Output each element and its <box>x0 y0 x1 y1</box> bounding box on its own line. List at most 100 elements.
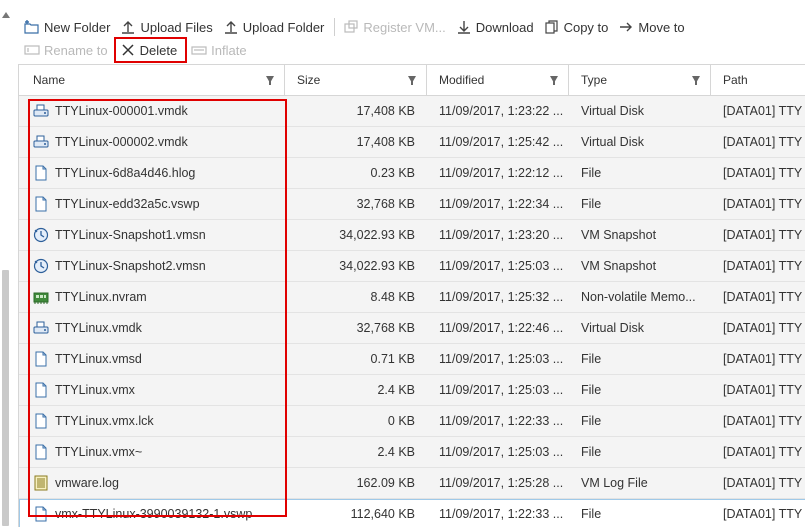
filter-icon[interactable] <box>692 76 700 85</box>
cell-name[interactable]: TTYLinux.vmx~ <box>19 437 285 467</box>
cell-type: File <box>581 352 602 366</box>
table-row[interactable]: TTYLinux.vmdk 32,768 KB 11/09/2017, 1:22:4… <box>19 313 805 344</box>
cell-size: 34,022.93 KB <box>339 228 415 242</box>
cell-path: [DATA01] TTY <box>723 352 803 366</box>
download-button[interactable]: Download <box>452 16 540 38</box>
inflate-button[interactable]: Inflate <box>187 39 252 61</box>
cell-modified: 11/09/2017, 1:25:42 ... <box>439 135 564 149</box>
filter-icon[interactable] <box>266 76 274 85</box>
cell-size: 2.4 KB <box>377 383 415 397</box>
column-header-name[interactable]: Name <box>19 65 285 95</box>
cell-type: File <box>581 166 602 180</box>
table-row[interactable]: TTYLinux.vmx 2.4 KB 11/09/2017, 1:25:03 ..… <box>19 375 805 406</box>
file-name: TTYLinux-edd32a5c.vswp <box>55 197 200 211</box>
cell-name[interactable]: TTYLinux.vmdk <box>19 313 285 343</box>
file-name: TTYLinux-Snapshot1.vmsn <box>55 228 206 242</box>
cell-modified: 11/09/2017, 1:23:22 ... <box>439 104 564 118</box>
table-row[interactable]: vmx-TTYLinux-3990039132-1.vswp 112,640 KB… <box>19 499 805 527</box>
cell-size: 0.71 KB <box>370 352 415 366</box>
left-scrollbar[interactable] <box>0 0 12 526</box>
cell-name[interactable]: vmx-TTYLinux-3990039132-1.vswp <box>19 499 285 527</box>
copy-icon <box>544 19 560 35</box>
column-header-label: Size <box>297 73 321 87</box>
cell-path: [DATA01] TTY <box>723 383 803 397</box>
new-folder-button[interactable]: New Folder <box>20 16 116 38</box>
toolbar-separator <box>334 18 336 36</box>
cell-path: [DATA01] TTY <box>723 135 803 149</box>
grid-body: TTYLinux-000001.vmdk 17,408 KB 11/09/2017,… <box>19 96 805 527</box>
table-row[interactable]: TTYLinux.vmx~ 2.4 KB 11/09/2017, 1:25:03 .… <box>19 437 805 468</box>
table-row[interactable]: TTYLinux-000002.vmdk 17,408 KB 11/09/2017,… <box>19 127 805 158</box>
cell-modified: 11/09/2017, 1:25:28 ... <box>439 476 564 490</box>
toolbar-button-label: Copy to <box>563 19 609 35</box>
virtual-disk-icon <box>33 134 49 150</box>
filter-icon[interactable] <box>408 76 416 85</box>
cell-name[interactable]: TTYLinux-000001.vmdk <box>19 96 285 126</box>
cell-type: Virtual Disk <box>581 135 644 149</box>
move-to-button[interactable]: Move to <box>614 16 690 38</box>
copy-to-button[interactable]: Copy to <box>540 16 615 38</box>
cell-path: [DATA01] TTY <box>723 507 803 521</box>
cell-path: [DATA01] TTY <box>723 197 803 211</box>
upload-files-button[interactable]: Upload Files <box>116 16 218 38</box>
cell-name[interactable]: TTYLinux.vmx.lck <box>19 406 285 436</box>
toolbar: New Folder Upload Files Upload Folder Regis… <box>20 14 805 63</box>
register-vm-icon <box>343 19 359 35</box>
inflate-icon <box>191 42 207 58</box>
cell-type: File <box>581 383 602 397</box>
cell-type: File <box>581 414 602 428</box>
toolbar-button-label: Upload Folder <box>242 19 325 35</box>
toolbar-button-label: New Folder <box>44 19 111 35</box>
column-header-modified[interactable]: Modified <box>427 65 569 95</box>
toolbar-button-label: Delete <box>139 42 178 58</box>
scroll-up-arrow-icon[interactable] <box>2 12 10 18</box>
column-header-path[interactable]: Path <box>711 65 805 95</box>
cell-name[interactable]: TTYLinux-6d8a4d46.hlog <box>19 158 285 188</box>
cell-type: File <box>581 507 602 521</box>
table-row[interactable]: TTYLinux-Snapshot1.vmsn 34,022.93 KB 11/09… <box>19 220 805 251</box>
cell-modified: 11/09/2017, 1:25:03 ... <box>439 352 564 366</box>
cell-name[interactable]: TTYLinux-Snapshot2.vmsn <box>19 251 285 281</box>
cell-name[interactable]: TTYLinux-edd32a5c.vswp <box>19 189 285 219</box>
cell-path: [DATA01] TTY <box>723 228 803 242</box>
file-icon <box>33 506 49 522</box>
cell-type: Virtual Disk <box>581 321 644 335</box>
cell-path: [DATA01] TTY <box>723 166 803 180</box>
column-header-type[interactable]: Type <box>569 65 711 95</box>
table-row[interactable]: TTYLinux-000001.vmdk 17,408 KB 11/09/2017,… <box>19 96 805 127</box>
cell-name[interactable]: vmware.log <box>19 468 285 498</box>
cell-size: 32,768 KB <box>356 321 415 335</box>
cell-name[interactable]: TTYLinux.nvram <box>19 282 285 312</box>
cell-name[interactable]: TTYLinux-000002.vmdk <box>19 127 285 157</box>
delete-button[interactable]: Delete <box>113 37 188 63</box>
cell-modified: 11/09/2017, 1:22:12 ... <box>439 166 564 180</box>
file-name: TTYLinux-Snapshot2.vmsn <box>55 259 206 273</box>
toolbar-button-label: Move to <box>638 19 685 35</box>
upload-folder-button[interactable]: Upload Folder <box>219 16 331 38</box>
cell-name[interactable]: TTYLinux.vmx <box>19 375 285 405</box>
table-row[interactable]: vmware.log 162.09 KB 11/09/2017, 1:25:28 .… <box>19 468 805 499</box>
cell-size: 32,768 KB <box>356 197 415 211</box>
cell-modified: 11/09/2017, 1:23:20 ... <box>439 228 564 242</box>
column-header-size[interactable]: Size <box>285 65 427 95</box>
table-row[interactable]: TTYLinux-edd32a5c.vswp 32,768 KB 11/09/201… <box>19 189 805 220</box>
cell-type: VM Snapshot <box>581 228 657 242</box>
cell-name[interactable]: TTYLinux-Snapshot1.vmsn <box>19 220 285 250</box>
register-vm-button[interactable]: Register VM... <box>339 16 451 38</box>
filter-icon[interactable] <box>550 76 558 85</box>
table-row[interactable]: TTYLinux.vmx.lck 0 KB 11/09/2017, 1:22:33 … <box>19 406 805 437</box>
table-row[interactable]: TTYLinux.vmsd 0.71 KB 11/09/2017, 1:25:03 … <box>19 344 805 375</box>
table-row[interactable]: TTYLinux.nvram 8.48 KB 11/09/2017, 1:25:32… <box>19 282 805 313</box>
table-row[interactable]: TTYLinux-Snapshot2.vmsn 34,022.93 KB 11/09… <box>19 251 805 282</box>
cell-path: [DATA01] TTY <box>723 290 803 304</box>
scrollbar-thumb[interactable] <box>2 270 9 526</box>
table-row[interactable]: TTYLinux-6d8a4d46.hlog 0.23 KB 11/09/2017,… <box>19 158 805 189</box>
rename-to-button[interactable]: Rename to <box>20 39 114 61</box>
file-icon <box>33 444 49 460</box>
toolbar-button-label: Upload Files <box>140 19 213 35</box>
cell-name[interactable]: TTYLinux.vmsd <box>19 344 285 374</box>
toolbar-button-label: Download <box>475 19 534 35</box>
cell-modified: 11/09/2017, 1:22:33 ... <box>439 507 564 521</box>
rename-icon <box>24 42 40 58</box>
log-file-icon <box>33 475 49 491</box>
